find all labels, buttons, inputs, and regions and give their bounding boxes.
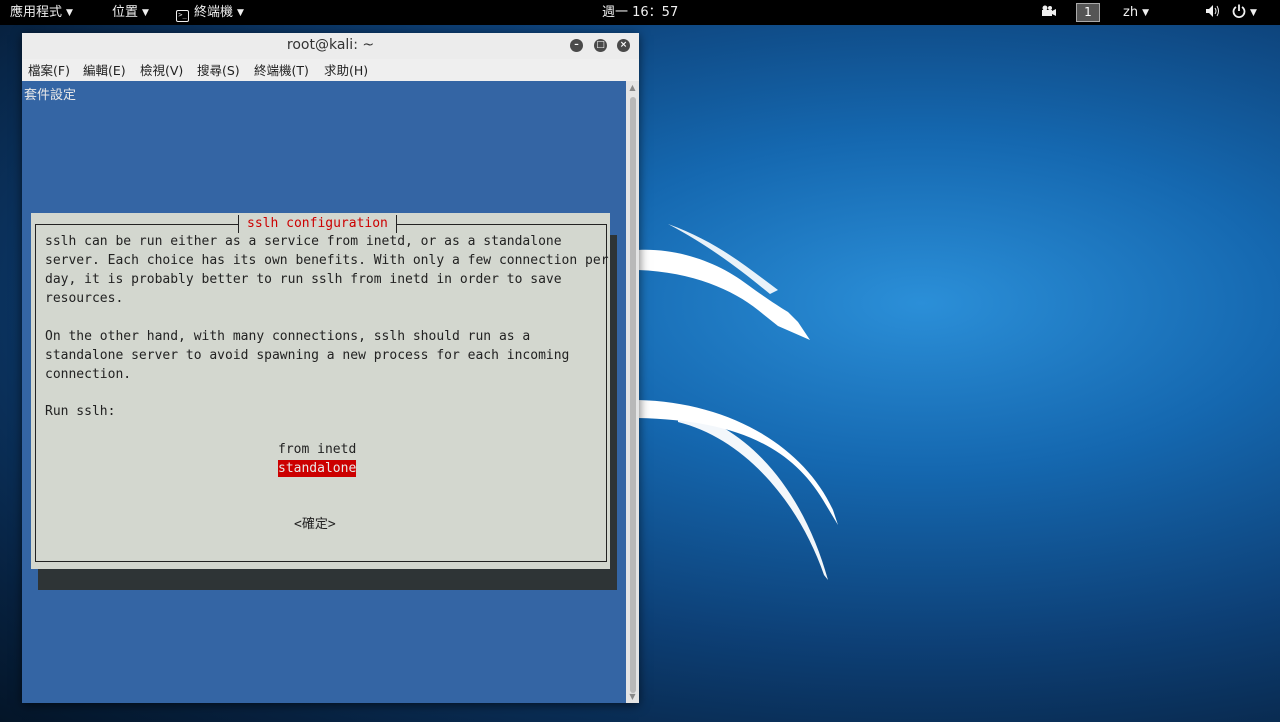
scroll-up-icon[interactable]: ▲ (626, 83, 639, 92)
menu-help[interactable]: 求助(H) (324, 60, 368, 81)
menu-view[interactable]: 檢視(V) (140, 60, 183, 81)
dialog-text-line: On the other hand, with many connections… (45, 329, 531, 344)
menu-edit[interactable]: 編輯(E) (83, 60, 126, 81)
workspace-indicator[interactable]: 1 (1076, 0, 1100, 25)
power-icon (1232, 4, 1246, 18)
chevron-down-icon: ▼ (1142, 8, 1149, 18)
menu-file[interactable]: 檔案(F) (28, 60, 70, 81)
language-label: zh (1123, 5, 1139, 20)
menu-terminal[interactable]: 終端機(T) (254, 60, 309, 81)
menu-search[interactable]: 搜尋(S) (197, 60, 240, 81)
clock[interactable]: 週一 16：57 (602, 0, 678, 25)
camera-icon[interactable] (1040, 0, 1056, 25)
sslh-config-dialog: sslh configuration sslh can be run eithe… (31, 213, 610, 569)
kali-dragon-logo (638, 224, 838, 580)
scrollbar-thumb[interactable] (630, 97, 636, 693)
maximize-button[interactable]: □ (594, 39, 607, 52)
workspace-number: 1 (1076, 3, 1100, 22)
dialog-text-line: standalone server to avoid spawning a ne… (45, 348, 570, 363)
applications-menu[interactable]: 應用程式 ▼ (10, 0, 73, 25)
top-bar: 應用程式 ▼ 位置 ▼ >_ 終端機 ▼ 週一 16：57 1 zh ▼ ▼ (0, 0, 1280, 25)
close-button[interactable]: × (617, 39, 630, 52)
option-standalone[interactable]: standalone (278, 460, 357, 477)
dialog-text-line: connection. (45, 367, 132, 382)
dialog-text-line: day, it is probably better to run sslh f… (45, 272, 562, 287)
chevron-down-icon: ▼ (1250, 8, 1257, 18)
ok-button[interactable]: <確定> (294, 516, 336, 534)
run-sslh-prompt: Run sslh: (45, 404, 116, 419)
option-from-inetd[interactable]: from inetd (278, 441, 356, 458)
chevron-down-icon: ▼ (237, 8, 244, 18)
input-method-menu[interactable]: zh ▼ (1123, 0, 1149, 25)
minimize-button[interactable]: – (570, 39, 583, 52)
places-label: 位置 (112, 5, 139, 20)
scrollbar[interactable]: ▲ ▼ (626, 81, 639, 703)
dialog-text-line: sslh can be run either as a service from… (45, 234, 562, 249)
dialog-text-line: server. Each choice has its own benefits… (45, 253, 609, 268)
applications-label: 應用程式 (10, 5, 63, 20)
scroll-down-icon[interactable]: ▼ (626, 692, 639, 701)
window-titlebar[interactable]: root@kali: ~ – □ × (22, 33, 639, 59)
dialog-text-line: resources. (45, 291, 124, 306)
chevron-down-icon: ▼ (142, 8, 149, 18)
speaker-icon[interactable] (1206, 0, 1221, 25)
package-config-header: 套件設定 (24, 88, 77, 103)
terminal-app-menu[interactable]: >_ 終端機 ▼ (176, 0, 244, 25)
terminal-app-label: 終端機 (194, 5, 234, 20)
chevron-down-icon: ▼ (66, 8, 73, 18)
window-title: root@kali: ~ (286, 37, 375, 53)
terminal-view[interactable]: 套件設定 sslh configuration sslh can be run … (22, 81, 626, 703)
menu-bar: 檔案(F) 編輯(E) 檢視(V) 搜尋(S) 終端機(T) 求助(H) (22, 60, 639, 81)
terminal-icon: >_ (176, 10, 189, 22)
system-menu[interactable]: ▼ (1232, 0, 1257, 25)
dialog-title: sslh configuration (238, 215, 397, 233)
places-menu[interactable]: 位置 ▼ (112, 0, 149, 25)
terminal-window: root@kali: ~ – □ × 檔案(F) 編輯(E) 檢視(V) 搜尋(… (22, 33, 639, 703)
